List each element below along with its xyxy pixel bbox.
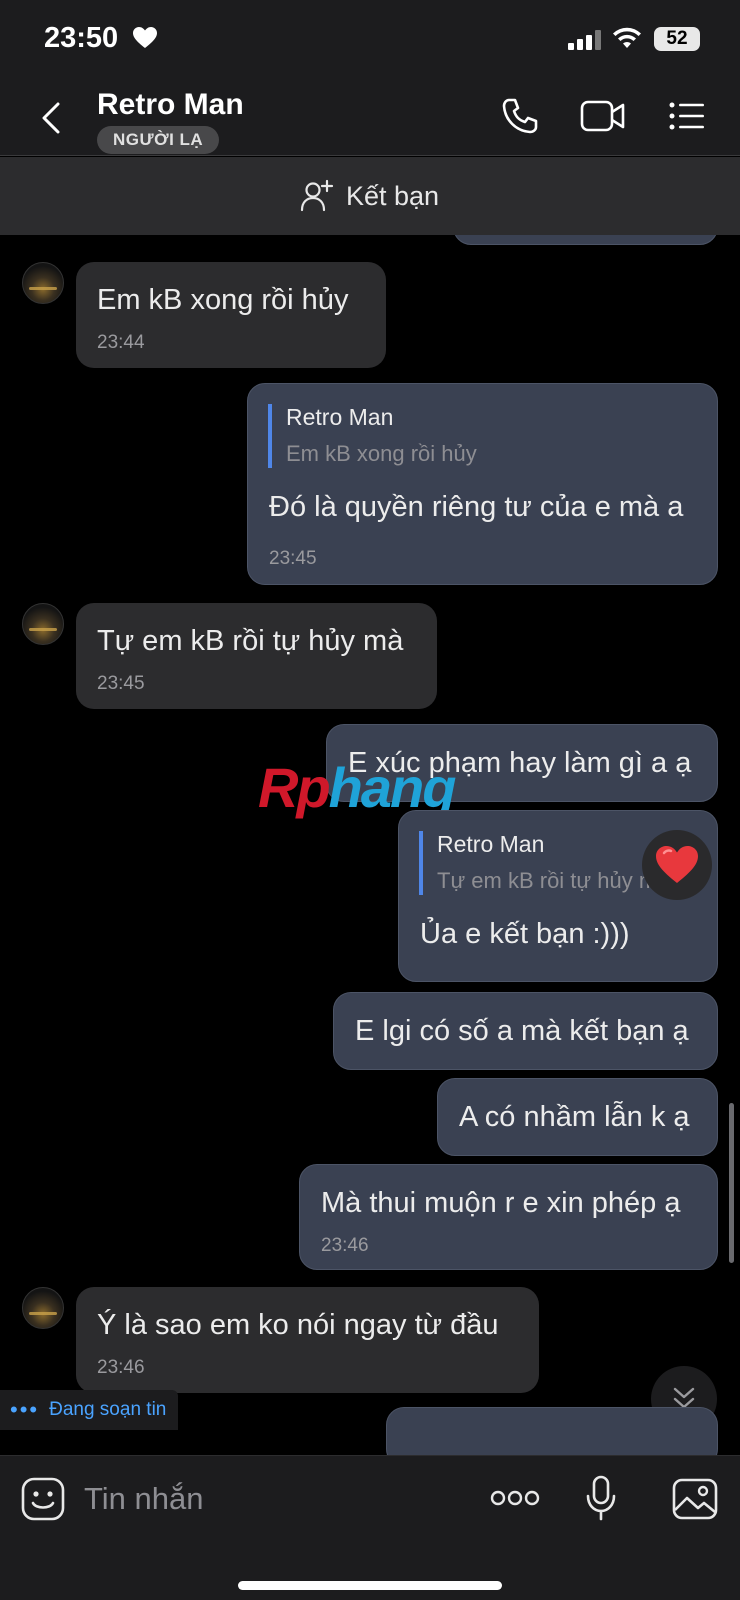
menu-icon[interactable]	[667, 96, 707, 136]
video-icon[interactable]	[580, 96, 626, 136]
add-friend-bar[interactable]: Kết bạn	[0, 157, 740, 235]
home-indicator	[238, 1581, 502, 1590]
message-time: 23:44	[97, 332, 145, 353]
message-bubble-outgoing[interactable]: A có nhầm lẫn k ạ	[437, 1078, 718, 1156]
message-input[interactable]	[84, 1474, 464, 1524]
message-bubble-incoming[interactable]: Tự em kB rồi tự hủy mà 23:45	[76, 603, 437, 709]
add-friend-label: Kết bạn	[346, 180, 440, 211]
scrollbar[interactable]	[729, 1103, 734, 1263]
message-bubble-outgoing[interactable]: E lgi có số a mà kết bạn ạ	[333, 992, 718, 1070]
status-bar: 23:50 52	[0, 0, 740, 80]
avatar[interactable]	[22, 1287, 64, 1329]
reply-quote[interactable]: Retro Man Tự em kB rồi tự hủy mà	[419, 831, 669, 895]
message-bubble-incoming[interactable]: Em kB xong rồi hủy 23:44	[76, 262, 386, 368]
message-bubble-partial	[386, 1407, 718, 1455]
reply-quote-name: Retro Man	[286, 404, 394, 430]
reaction-badge[interactable]	[642, 830, 712, 900]
chat-area: Em kB xong rồi hủy 23:44 Retro Man Em kB…	[0, 235, 740, 1455]
heart-reaction-icon	[656, 846, 698, 883]
message-text: E lgi có số a mà kết bạn ạ	[355, 1015, 689, 1047]
message-text: Mà thui muộn r e xin phép ạ	[321, 1187, 681, 1219]
message-time: 23:46	[97, 1357, 145, 1378]
sticker-icon[interactable]	[21, 1477, 65, 1521]
input-bar	[0, 1455, 740, 1600]
message-bubble-outgoing[interactable]: Mà thui muộn r e xin phép ạ 23:46	[299, 1164, 718, 1270]
back-icon[interactable]	[36, 98, 66, 138]
message-bubble-outgoing[interactable]: Retro Man Em kB xong rồi hủy Đó là quyền…	[247, 383, 718, 585]
add-friend-icon	[300, 179, 334, 212]
reply-quote-text: Em kB xong rồi hủy	[286, 441, 477, 466]
watermark-part-1: Rp	[258, 756, 331, 819]
typing-dots-icon: •••	[10, 1397, 40, 1422]
message-text: Ủa e kết bạn :)))	[420, 918, 630, 950]
avatar[interactable]	[22, 262, 64, 304]
message-bubble-incoming[interactable]: Ý là sao em ko nói ngay từ đầu 23:46	[76, 1287, 539, 1393]
typing-text: Đang soạn tin	[49, 1399, 167, 1420]
typing-indicator: ••• Đang soạn tin	[0, 1390, 179, 1430]
contact-name[interactable]: Retro Man	[97, 88, 244, 122]
reply-quote[interactable]: Retro Man Em kB xong rồi hủy	[268, 404, 477, 468]
message-text: Đó là quyền riêng tư của e mà a	[269, 491, 684, 523]
status-time: 23:50	[44, 22, 119, 54]
reply-quote-text: Tự em kB rồi tự hủy mà	[437, 868, 670, 893]
message-text: Em kB xong rồi hủy	[97, 284, 349, 316]
reply-quote-name: Retro Man	[437, 831, 545, 857]
more-icon[interactable]	[490, 1489, 540, 1507]
battery-indicator: 52	[654, 27, 700, 51]
signal-icon	[568, 30, 601, 50]
message-text: Ý là sao em ko nói ngay từ đầu	[97, 1309, 499, 1341]
chat-header: Retro Man NGƯỜI LẠ	[0, 80, 740, 156]
message-time: 23:45	[97, 673, 145, 694]
heart-icon	[133, 27, 157, 48]
message-bubble-partial	[453, 235, 718, 245]
message-time: 23:45	[269, 548, 317, 569]
message-text: Tự em kB rồi tự hủy mà	[97, 625, 404, 657]
avatar[interactable]	[22, 603, 64, 645]
stranger-badge: NGƯỜI LẠ	[97, 126, 220, 154]
message-text: A có nhầm lẫn k ạ	[459, 1101, 690, 1133]
phone-icon[interactable]	[500, 96, 540, 136]
mic-icon[interactable]	[585, 1474, 617, 1522]
wifi-icon	[613, 27, 641, 48]
message-time: 23:46	[321, 1235, 369, 1256]
image-icon[interactable]	[672, 1478, 718, 1520]
